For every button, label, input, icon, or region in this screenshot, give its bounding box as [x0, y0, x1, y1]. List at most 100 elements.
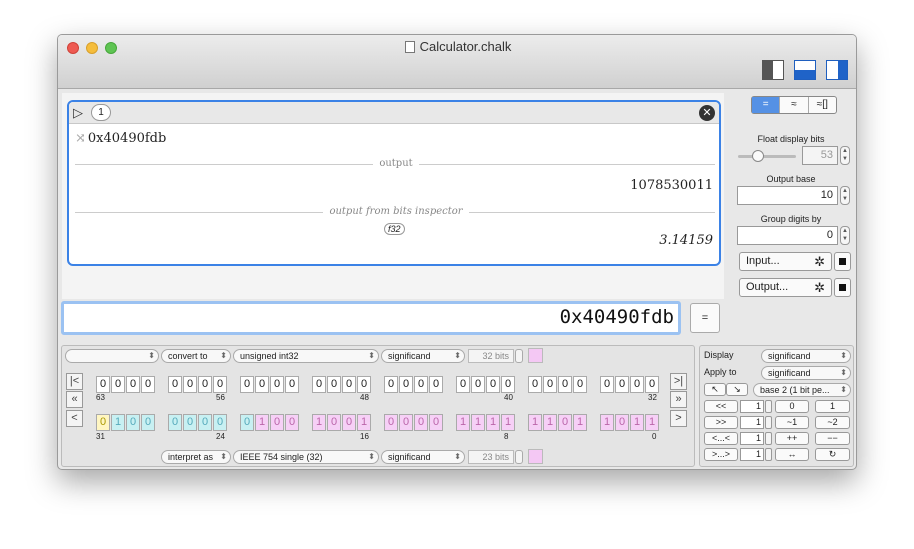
bit-cell[interactable]: 0: [270, 414, 284, 431]
bit-cell[interactable]: 0: [429, 414, 443, 431]
bit-cell[interactable]: 0: [471, 376, 485, 393]
group-digits-stepper[interactable]: ▲ ▼: [840, 226, 850, 245]
bit-cell[interactable]: 0: [198, 414, 212, 431]
nav-up-left-icon[interactable]: ↖: [704, 383, 726, 396]
input-settings-button[interactable]: Input... ✲: [739, 252, 832, 271]
bit-cell[interactable]: 0: [168, 414, 182, 431]
output-base-field[interactable]: 10: [737, 186, 838, 205]
toggle-left-panel-button[interactable]: [762, 60, 784, 80]
slider-knob[interactable]: [751, 150, 764, 162]
interpret-as-select[interactable]: interpret as: [161, 450, 231, 464]
bit-cell[interactable]: 0: [615, 376, 629, 393]
bit-cell[interactable]: 0: [240, 376, 254, 393]
top-color-swatch[interactable]: [528, 348, 543, 363]
top-bits-field[interactable]: 32 bits: [468, 349, 514, 363]
shift-right-stepper[interactable]: [765, 416, 772, 429]
output-settings-button[interactable]: Output... ✲: [739, 278, 832, 297]
input-color-button[interactable]: [834, 252, 851, 271]
increment-button[interactable]: ++: [775, 432, 809, 445]
bit-cell[interactable]: 1: [471, 414, 485, 431]
bottom-part-select[interactable]: significand: [381, 450, 465, 464]
bit-cell[interactable]: 0: [141, 376, 155, 393]
bit-cell[interactable]: 1: [312, 414, 326, 431]
bit-cell[interactable]: 0: [342, 414, 356, 431]
rotate-right-button[interactable]: >...>: [704, 448, 738, 461]
shift-right-count[interactable]: 1: [740, 416, 764, 429]
bit-cell[interactable]: 0: [429, 376, 443, 393]
bit-cell[interactable]: 0: [96, 414, 110, 431]
bit-cell[interactable]: 1: [600, 414, 614, 431]
toggle-right-panel-button[interactable]: [826, 60, 848, 80]
bit-cell[interactable]: 0: [558, 414, 572, 431]
bit-cell[interactable]: 0: [327, 414, 341, 431]
bottom-color-swatch[interactable]: [528, 449, 543, 464]
bit-cell[interactable]: 0: [414, 376, 428, 393]
computation-entry[interactable]: ▷ 1 ✕ ⤨ 0x40490fdb output 1078530011 outp…: [67, 100, 721, 266]
scroll-fast-left-icon[interactable]: «: [66, 391, 83, 408]
scroll-last-icon[interactable]: >|: [670, 373, 687, 390]
convert-type-select[interactable]: unsigned int32: [233, 349, 379, 363]
base-select[interactable]: base 2 (1 bit pe...: [753, 383, 851, 397]
decrement-button[interactable]: −−: [815, 432, 850, 445]
bit-cell[interactable]: 0: [126, 376, 140, 393]
top-source-select[interactable]: [65, 349, 159, 363]
bit-cell[interactable]: 0: [240, 414, 254, 431]
bit-cell[interactable]: 0: [501, 376, 515, 393]
shift-right-button[interactable]: >>: [704, 416, 738, 429]
swap-icon[interactable]: ↔: [775, 448, 809, 461]
exact-mode-button[interactable]: =: [752, 97, 781, 113]
top-part-select[interactable]: significand: [381, 349, 465, 363]
bit-cell[interactable]: 0: [141, 414, 155, 431]
bit-cell[interactable]: 0: [384, 376, 398, 393]
float-bits-field[interactable]: 53: [802, 146, 838, 165]
output-base-stepper[interactable]: ▲ ▼: [840, 186, 850, 205]
bit-cell[interactable]: 0: [558, 376, 572, 393]
bit-cell[interactable]: 0: [285, 414, 299, 431]
bottom-bits-field[interactable]: 23 bits: [468, 450, 514, 464]
set-bits-button[interactable]: 1: [815, 400, 850, 413]
command-input[interactable]: 0x40490fdb: [61, 301, 681, 335]
bit-cell[interactable]: 1: [543, 414, 557, 431]
bit-cell[interactable]: 0: [312, 376, 326, 393]
bit-cell[interactable]: 0: [456, 376, 470, 393]
bit-cell[interactable]: 1: [645, 414, 659, 431]
apply-to-select[interactable]: significand: [761, 366, 851, 380]
shift-left-button[interactable]: <<: [704, 400, 738, 413]
bit-cell[interactable]: 0: [573, 376, 587, 393]
bit-cell[interactable]: 1: [255, 414, 269, 431]
clear-bits-button[interactable]: 0: [775, 400, 809, 413]
bit-cell[interactable]: 1: [501, 414, 515, 431]
scroll-fast-right-icon[interactable]: »: [670, 391, 687, 408]
complement-1-button[interactable]: ~1: [775, 416, 809, 429]
bit-cell[interactable]: 0: [126, 414, 140, 431]
bit-cell[interactable]: 0: [357, 376, 371, 393]
bit-cell[interactable]: 0: [645, 376, 659, 393]
bit-cell[interactable]: 0: [213, 414, 227, 431]
bit-cell[interactable]: 0: [96, 376, 110, 393]
bit-cell[interactable]: 0: [285, 376, 299, 393]
bit-cell[interactable]: 0: [486, 376, 500, 393]
rotate-left-stepper[interactable]: [765, 432, 772, 445]
rotate-right-count[interactable]: 1: [740, 448, 764, 461]
play-icon[interactable]: ▷: [73, 105, 83, 121]
rotate-left-button[interactable]: <...<: [704, 432, 738, 445]
toggle-bottom-panel-button[interactable]: [794, 60, 816, 80]
rotate-left-count[interactable]: 1: [740, 432, 764, 445]
bit-cell[interactable]: 0: [528, 376, 542, 393]
bit-cell[interactable]: 0: [327, 376, 341, 393]
group-digits-field[interactable]: 0: [737, 226, 838, 245]
bit-cell[interactable]: 0: [399, 414, 413, 431]
bit-cell[interactable]: 0: [183, 414, 197, 431]
scroll-first-icon[interactable]: |<: [66, 373, 83, 390]
output-color-button[interactable]: [834, 278, 851, 297]
bit-cell[interactable]: 0: [543, 376, 557, 393]
bit-cell[interactable]: 1: [456, 414, 470, 431]
bit-cell[interactable]: 1: [630, 414, 644, 431]
bit-cell[interactable]: 0: [183, 376, 197, 393]
nav-down-right-icon[interactable]: ↘: [726, 383, 748, 396]
approx-mode-button[interactable]: ≈: [780, 97, 809, 113]
interval-mode-button[interactable]: ≈[]: [809, 97, 836, 113]
remove-entry-icon[interactable]: ✕: [699, 105, 715, 121]
bottom-bits-stepper[interactable]: [515, 450, 523, 464]
bit-cell[interactable]: 0: [342, 376, 356, 393]
